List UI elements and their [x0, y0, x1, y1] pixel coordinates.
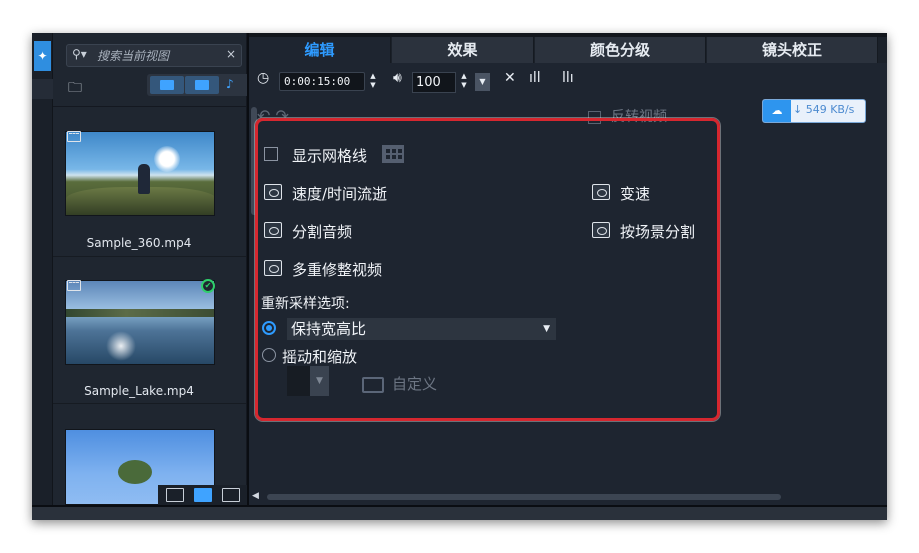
cloud-icon: ☁: [763, 100, 791, 122]
timecode-stepper[interactable]: ▲ ▼: [368, 72, 378, 91]
resample-options-label: 重新采样选项:: [261, 296, 350, 312]
left-strip: ✦: [32, 33, 53, 520]
speed-text: 549 KB/s: [805, 103, 855, 116]
pan-zoom-radio[interactable]: [262, 348, 276, 362]
music-icon: ♪: [226, 77, 234, 91]
film-icon: [160, 80, 174, 90]
bottom-bar: [32, 505, 887, 520]
volume-input[interactable]: 100: [412, 72, 456, 93]
divider: [247, 33, 249, 505]
variable-speed-option[interactable]: 变速: [592, 183, 692, 203]
custom-option[interactable]: 自定义: [362, 373, 437, 394]
volume-icon[interactable]: 🔊︎: [393, 70, 402, 86]
custom-settings-icon: [362, 376, 384, 393]
network-speed-value: ↓ 549 KB/s: [793, 103, 855, 116]
speed-time-lapse-option[interactable]: 速度/时间流逝: [264, 183, 464, 203]
filter-audio-button[interactable]: ♪: [220, 76, 247, 94]
clip-thumbnail[interactable]: [65, 280, 215, 365]
duration-timecode[interactable]: 0:00:15:00: [279, 72, 365, 91]
clip-thumbnail[interactable]: [65, 131, 215, 216]
pan-zoom-label: 摇动和缩放: [282, 348, 358, 366]
scroll-thumb[interactable]: [267, 494, 781, 500]
multi-trim-icon: [264, 260, 282, 276]
variable-speed-icon: [592, 184, 610, 200]
split-audio-label: 分割音频: [292, 223, 353, 241]
horizontal-scrollbar[interactable]: ◀: [249, 489, 887, 505]
show-grid-checkbox[interactable]: [264, 147, 278, 161]
person-image: [138, 164, 150, 194]
tab-lens-correction[interactable]: 镜头校正: [707, 37, 878, 63]
network-speed-badge: ☁ ↓ 549 KB/s: [762, 99, 866, 123]
clear-search-icon[interactable]: ×: [226, 47, 236, 61]
split-by-scene-option[interactable]: 按场景分割: [592, 221, 712, 241]
show-grid-label: 显示网格线: [292, 147, 368, 165]
search-icon[interactable]: ⚲▾: [72, 47, 87, 61]
speed-icon: [264, 184, 282, 200]
clip-name: Sample_Lake.mp4: [84, 384, 194, 398]
scroll-left-icon[interactable]: ◀: [252, 491, 259, 501]
search-box: ⚲▾ ×: [66, 44, 242, 67]
app-window: ✦ ⚲▾ × 🗀 ♪ Sample_360.mp4: [32, 33, 887, 520]
pin-icon[interactable]: ✦: [34, 41, 51, 71]
tab-color-grading[interactable]: 颜色分级: [535, 37, 706, 63]
keep-aspect-radio[interactable]: [262, 321, 276, 335]
show-grid-option[interactable]: 显示网格线: [264, 145, 564, 165]
search-input[interactable]: [97, 47, 222, 65]
variable-speed-label: 变速: [620, 185, 651, 203]
filter-photo-button[interactable]: [185, 76, 219, 94]
options-tabs: 编辑 效果 颜色分级 镜头校正: [249, 37, 887, 63]
grid-settings-icon[interactable]: [382, 145, 404, 163]
video-badge-icon: [67, 280, 81, 291]
library-clip[interactable]: ✔ Sample_Lake.mp4: [53, 258, 246, 404]
clock-icon: ◷: [257, 70, 270, 86]
sun-image: [154, 146, 180, 172]
mute-icon[interactable]: ✕: [504, 70, 516, 86]
clip-name: Sample_360.mp4: [86, 236, 192, 250]
multi-trim-label: 多重修整视频: [292, 261, 383, 279]
custom-label: 自定义: [392, 375, 438, 393]
keep-aspect-select[interactable]: 保持宽高比 ▼: [287, 318, 556, 340]
media-library: ⚲▾ × 🗀 ♪ Sample_360.mp4 ✔: [53, 33, 257, 505]
split-audio-option[interactable]: 分割音频: [264, 221, 464, 241]
checkmark-icon: ✔: [201, 279, 215, 293]
split-by-scene-label: 按场景分割: [620, 223, 696, 241]
library-bottom-toolbar: [158, 485, 247, 505]
multi-trim-option[interactable]: 多重修整视频: [264, 259, 464, 279]
filter-video-button[interactable]: [150, 76, 184, 94]
tab-edit[interactable]: 编辑: [249, 37, 391, 63]
split-audio-icon: [264, 222, 282, 238]
library-clip[interactable]: Sample_360.mp4: [53, 107, 246, 257]
add-folder-icon[interactable]: 🗀: [68, 77, 88, 96]
speed-time-lapse-label: 速度/时间流逝: [292, 185, 388, 203]
edit-options-panel: 显示网格线 速度/时间流逝 变速 分割音频 按场景分割 多重修整视频 重新采样选…: [255, 118, 720, 421]
side-tab[interactable]: [32, 79, 53, 99]
thumbnail-view-icon[interactable]: [166, 488, 184, 502]
tab-effects[interactable]: 效果: [392, 37, 534, 63]
keep-aspect-value: 保持宽高比: [291, 320, 367, 338]
water-sparkle-image: [106, 331, 136, 361]
video-badge-icon: [67, 131, 81, 142]
fade-out-icon[interactable]: llı: [562, 70, 574, 86]
list-view-icon[interactable]: [194, 488, 212, 502]
volume-dropdown[interactable]: ▼: [475, 73, 490, 91]
pan-zoom-preset-select[interactable]: ▼: [287, 366, 329, 396]
photo-icon: [195, 80, 209, 90]
chevron-down-icon: ▼: [543, 324, 550, 334]
split-by-scene-icon: [592, 222, 610, 238]
tree-image: [118, 460, 152, 484]
volume-stepper[interactable]: ▲ ▼: [459, 72, 469, 91]
fade-in-icon[interactable]: ıll: [529, 70, 541, 86]
clip-toolbar: ◷ 0:00:15:00 ▲ ▼ 🔊︎ 100 ▲ ▼ ▼ ✕ ıll llı: [249, 65, 887, 95]
chevron-down-icon: ▼: [310, 366, 329, 396]
shore-image: [66, 309, 214, 317]
media-filter-bar: ♪: [147, 74, 247, 96]
edit-icon[interactable]: [222, 488, 240, 502]
